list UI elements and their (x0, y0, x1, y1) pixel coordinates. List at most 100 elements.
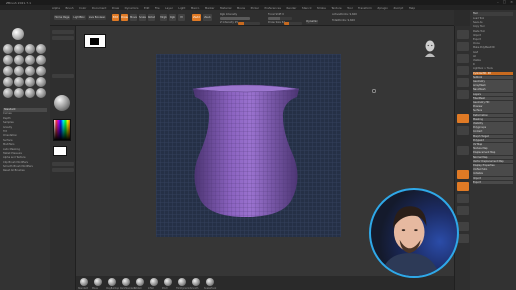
tray-button[interactable] (52, 36, 74, 40)
move-button[interactable]: Move (130, 14, 137, 21)
draw-size-slider[interactable] (284, 21, 302, 25)
brush-thumb[interactable] (3, 55, 13, 65)
brush-thumb[interactable] (36, 66, 46, 76)
tool-menu-item[interactable]: Cylinder3D. 48 (473, 71, 513, 76)
bpr-button[interactable] (457, 30, 469, 39)
tool-menu-item[interactable]: Subtool (473, 75, 513, 80)
zoom3d-button[interactable] (457, 194, 469, 203)
tray-button[interactable] (52, 30, 74, 34)
tray-button[interactable] (52, 168, 74, 172)
tool-menu-item[interactable]: Unified Skin (473, 168, 513, 172)
brush-thumb[interactable] (25, 88, 35, 98)
tool-menu-item[interactable]: Save As (473, 21, 513, 25)
brush-thumb[interactable] (14, 66, 24, 76)
minimize-icon[interactable]: – (497, 0, 499, 4)
menu-item-transform[interactable]: Transform (358, 6, 372, 10)
tool-menu-item[interactable]: Geometry HD (473, 101, 513, 105)
tool-menu-item[interactable]: Deformation (473, 113, 513, 118)
tool-menu-item[interactable]: Geometry (473, 80, 513, 84)
brush-thumb[interactable] (36, 55, 46, 65)
material-sphere-icon[interactable] (54, 95, 70, 111)
brush-thumb[interactable] (36, 77, 46, 87)
brush-thumb[interactable] (25, 44, 35, 54)
tool-menu-item[interactable]: Surface (473, 109, 513, 113)
tool-menu-item[interactable]: Export (473, 180, 513, 185)
move-view-button[interactable] (457, 182, 469, 191)
m-button[interactable]: M (178, 14, 185, 21)
menu-item-document[interactable]: Document (92, 6, 107, 10)
local-button[interactable] (457, 146, 469, 155)
live-boolean-button[interactable]: Live Boolean (88, 15, 106, 20)
tool-menu-item[interactable]: Display Properties (473, 164, 513, 168)
menu-item-brush[interactable]: Brush (65, 6, 73, 10)
vase-model[interactable] (187, 83, 305, 219)
brush-thumb[interactable] (3, 77, 13, 87)
tool-menu-item[interactable]: Initialize (473, 172, 513, 176)
brush-thumb[interactable] (3, 44, 13, 54)
scroll-button[interactable] (457, 54, 469, 63)
menu-item-light[interactable]: Light (178, 6, 185, 10)
bottom-brush-icon[interactable] (164, 278, 172, 286)
actual-button[interactable] (457, 78, 469, 87)
tool-menu-item[interactable]: Morph Target (473, 134, 513, 139)
menu-item-movie[interactable]: Movie (237, 6, 245, 10)
brush-setting-item[interactable]: Reset All Brushes (3, 169, 47, 173)
bottom-brush-icon[interactable] (136, 278, 144, 286)
tray-button[interactable] (52, 162, 74, 166)
scale-button[interactable]: Scale (139, 14, 146, 21)
menu-item-stroke[interactable]: Stroke (317, 6, 326, 10)
brush-thumb[interactable] (3, 66, 13, 76)
focal-shift-slider[interactable] (268, 17, 292, 20)
alpha-thumbnail[interactable] (84, 34, 106, 48)
menu-item-marker[interactable]: Marker (205, 6, 215, 10)
brush-thumb[interactable] (14, 55, 24, 65)
bottom-brush-icon[interactable] (192, 278, 200, 286)
brush-thumb[interactable] (14, 88, 24, 98)
tray-button[interactable] (52, 74, 74, 78)
tool-menu-item[interactable]: Polygroups (473, 126, 513, 130)
tool-menu-item[interactable]: Export (473, 38, 513, 42)
bottom-brush-icon[interactable] (178, 278, 186, 286)
color-picker[interactable] (53, 119, 71, 141)
home-page-button[interactable]: Home Page (54, 15, 70, 20)
menu-item-color[interactable]: Color (79, 6, 86, 10)
tool-menu-item[interactable]: FiberMesh (473, 96, 513, 101)
zoom-button[interactable] (457, 66, 469, 75)
menu-item-dynamics[interactable]: Dynamics (125, 6, 139, 10)
bottom-brush-icon[interactable] (80, 278, 88, 286)
tool-menu-item[interactable]: Normal Map (473, 155, 513, 160)
menu-item-edit[interactable]: Edit (144, 6, 149, 10)
bottom-brush-icon[interactable] (108, 278, 116, 286)
tool-menu-item[interactable]: GoZ (473, 51, 513, 55)
menu-item-zscript[interactable]: Zscript (394, 6, 404, 10)
brush-thumb[interactable] (25, 66, 35, 76)
frame-button[interactable] (457, 170, 469, 179)
bottom-brush-icon[interactable] (206, 278, 214, 286)
brush-thumb[interactable] (3, 88, 13, 98)
zsub-button[interactable]: Zsub (203, 14, 212, 21)
rotate-view-button[interactable] (457, 206, 469, 215)
tool-menu-item[interactable]: NanoMesh (473, 88, 513, 92)
brush-thumb[interactable] (14, 44, 24, 54)
tool-menu-item[interactable]: Visible (473, 59, 513, 63)
tool-menu-item[interactable]: All (473, 55, 513, 59)
tool-menu-item[interactable]: Lightbox > Tools (473, 67, 513, 71)
tool-menu-item[interactable]: Copy Tool (473, 25, 513, 29)
menu-item-alpha[interactable]: Alpha (52, 6, 60, 10)
persp-button[interactable] (457, 114, 469, 123)
tool-menu-item[interactable]: Vector Displacement Map (473, 159, 513, 164)
menu-item-preferences[interactable]: Preferences (265, 6, 281, 10)
brush-thumb[interactable] (25, 55, 35, 65)
draw-button[interactable]: Draw (121, 14, 128, 21)
spix-button[interactable] (457, 42, 469, 51)
brush-thumb[interactable] (25, 77, 35, 87)
bottom-brush-icon[interactable] (94, 278, 102, 286)
rgb-intensity-slider[interactable] (220, 17, 250, 20)
menu-item-help[interactable]: Help (409, 6, 415, 10)
menu-item-file[interactable]: File (155, 6, 160, 10)
z-intensity-slider[interactable] (238, 21, 260, 25)
rgb-button[interactable]: Rgb (169, 14, 176, 21)
main-color-swatch[interactable] (53, 146, 67, 156)
lightbox-button[interactable]: LightBox (72, 15, 86, 20)
zadd-button[interactable]: Zadd (192, 14, 201, 21)
